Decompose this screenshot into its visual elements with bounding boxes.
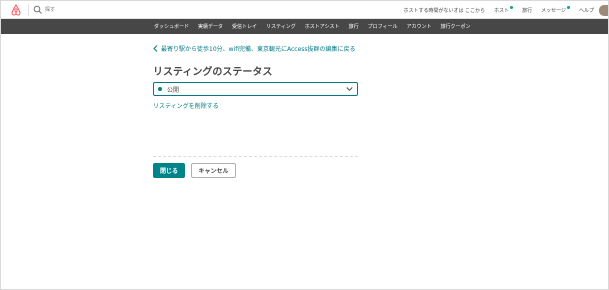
nav-item-performance[interactable]: 実績データ xyxy=(198,23,223,30)
nav-item-account[interactable]: アカウント xyxy=(406,23,431,30)
nav-item-trips[interactable]: 旅行 xyxy=(349,23,359,30)
nav-item-inbox[interactable]: 受信トレイ xyxy=(232,23,257,30)
search-input[interactable] xyxy=(45,4,165,16)
close-button[interactable]: 閉じる xyxy=(153,163,185,178)
notification-dot xyxy=(510,6,514,9)
back-to-listing-link[interactable]: 最寄り駅から徒歩10分、wifi完備、東京観光にAccess抜群の編集に戻る xyxy=(153,44,356,53)
section-divider xyxy=(153,156,358,157)
search-icon xyxy=(33,5,42,14)
back-link-label: 最寄り駅から徒歩10分、wifi完備、東京観光にAccess抜群の編集に戻る xyxy=(161,46,356,53)
top-header: ホストする時間がないオは ここから ホスト 旅行 メッセージ ヘルプ xyxy=(1,1,608,19)
avatar[interactable] xyxy=(599,5,608,16)
host-promo-link[interactable]: ホストする時間がないオは ここから xyxy=(403,7,485,14)
nav-item-profile[interactable]: プロフィール xyxy=(368,23,398,30)
notification-dot xyxy=(566,6,570,9)
messages-menu[interactable]: メッセージ xyxy=(541,6,570,14)
trips-link[interactable]: 旅行 xyxy=(522,7,532,14)
nav-items: ダッシュボード 実績データ 受信トレイ リスティング ホストアシスト 旅行 プロ… xyxy=(154,19,471,34)
status-select-value: 公開 xyxy=(167,87,180,94)
nav-item-host-assist[interactable]: ホストアシスト xyxy=(305,23,340,30)
host-menu-label: ホスト xyxy=(494,8,510,14)
nav-item-listings[interactable]: リスティング xyxy=(266,23,296,30)
host-menu[interactable]: ホスト xyxy=(494,6,514,14)
cancel-button[interactable]: キャンセル xyxy=(191,163,236,178)
page-title: リスティングのステータス xyxy=(153,67,273,78)
delete-listing-link[interactable]: リスティングを削除する xyxy=(153,101,219,110)
host-nav-bar: ダッシュボード 実績データ 受信トレイ リスティング ホストアシスト 旅行 プロ… xyxy=(1,19,608,34)
messages-menu-label: メッセージ xyxy=(541,8,566,14)
airbnb-logo-icon[interactable] xyxy=(10,4,22,16)
chevron-left-icon xyxy=(153,45,158,52)
header-links: ホストする時間がないオは ここから ホスト 旅行 メッセージ ヘルプ xyxy=(403,1,594,19)
nav-item-dashboard[interactable]: ダッシュボード xyxy=(154,23,189,30)
chevron-down-icon xyxy=(346,87,353,92)
listing-status-select[interactable]: 公開 xyxy=(153,82,358,96)
header-divider xyxy=(28,4,29,16)
help-link[interactable]: ヘルプ xyxy=(579,7,594,14)
status-indicator-dot xyxy=(158,87,162,91)
nav-item-coupons[interactable]: 旅行クーポン xyxy=(441,23,471,30)
